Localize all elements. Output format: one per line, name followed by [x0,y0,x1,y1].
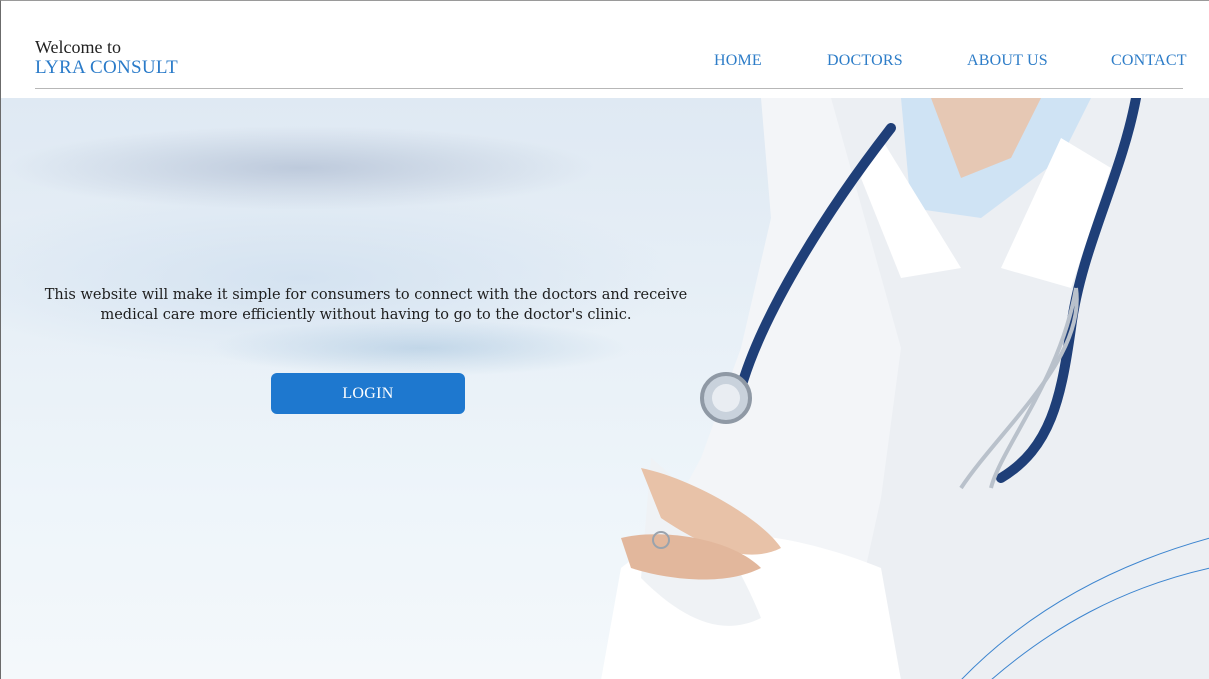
doctor-illustration [601,98,1209,679]
login-button[interactable]: LOGIN [271,373,465,414]
hero-description: This website will make it simple for con… [44,287,688,323]
nav-about-us[interactable]: ABOUT US [967,52,1048,70]
nav-home[interactable]: HOME [714,52,762,70]
hero-section: This website will make it simple for con… [1,98,1209,679]
nav-contact[interactable]: CONTACT [1111,52,1187,70]
header-divider [35,88,1183,89]
site-header: Welcome to LYRA CONSULT HOME DOCTORS ABO… [1,1,1209,98]
nav-doctors[interactable]: DOCTORS [827,52,903,70]
main-nav: HOME DOCTORS ABOUT US CONTACT [1,52,1209,74]
page-frame: This website will make it simple for con… [0,0,1209,679]
